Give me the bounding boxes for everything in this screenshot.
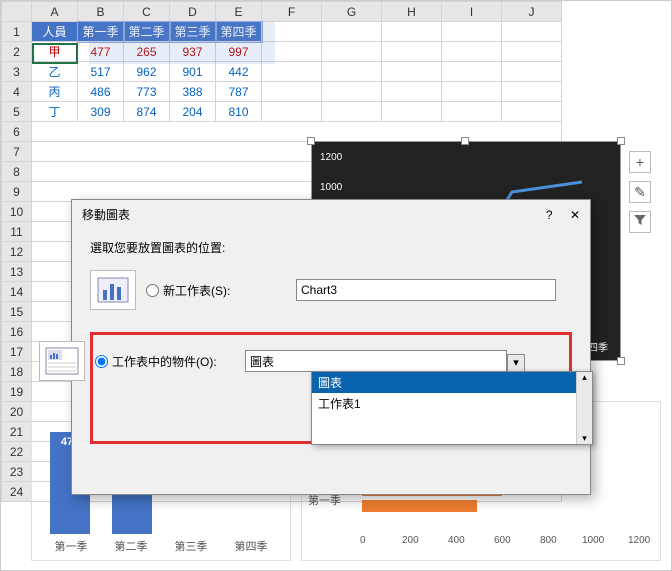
embedded-chart-icon	[45, 347, 79, 375]
dialog-prompt: 選取您要放置圖表的位置:	[90, 239, 572, 256]
cell-e2[interactable]: 997	[216, 42, 262, 62]
sheet-dropdown-list: 圖表 工作表1 ▴ ▾	[311, 371, 593, 445]
chart-sheet-icon	[96, 276, 130, 304]
hbar-1b	[362, 500, 477, 512]
bar-cat-q2: 第二季	[106, 538, 156, 554]
radio-new-sheet-input[interactable]	[146, 284, 159, 297]
move-chart-dialog: 移動圖表 ? ✕ 選取您要放置圖表的位置: 新工作表(S):	[71, 199, 591, 495]
dialog-title: 移動圖表	[82, 206, 130, 223]
table-header-q1[interactable]: 第一季	[78, 22, 124, 42]
cell-d5[interactable]: 204	[170, 102, 216, 122]
hx-0: 0	[360, 535, 366, 546]
chart-handle[interactable]	[617, 357, 625, 365]
row-header-5[interactable]: 5	[2, 102, 32, 122]
new-sheet-name-input[interactable]	[296, 279, 556, 301]
dropdown-toggle-button[interactable]: ▾	[507, 354, 525, 372]
filter-icon	[633, 213, 647, 227]
highlight-box: 工作表中的物件(O): ▾ 圖表 工作表1 ▴ ▾	[90, 332, 572, 444]
cell-c3[interactable]: 962	[124, 62, 170, 82]
radio-new-sheet[interactable]: 新工作表(S):	[146, 282, 286, 299]
line-xlabel-q4: 四季	[588, 339, 608, 354]
chart-handle[interactable]	[617, 137, 625, 145]
hx-1000: 1000	[582, 535, 604, 546]
row-header-2[interactable]: 2	[2, 42, 32, 62]
cell-a3[interactable]: 乙	[32, 62, 78, 82]
hx-200: 200	[402, 535, 419, 546]
dropdown-option-sheet1[interactable]: 工作表1	[312, 393, 592, 414]
table-header-q3[interactable]: 第三季	[170, 22, 216, 42]
col-header-h[interactable]: H	[382, 2, 442, 22]
select-all-cell[interactable]	[2, 2, 32, 22]
bar-cat-q3: 第三季	[166, 538, 216, 554]
col-header-e[interactable]: E	[216, 2, 262, 22]
object-in-sheet-icon	[39, 341, 85, 381]
dialog-close-button[interactable]: ✕	[570, 208, 580, 222]
chart-brush-button[interactable]: ✎	[629, 181, 651, 203]
row-header-3[interactable]: 3	[2, 62, 32, 82]
scroll-down-icon[interactable]: ▾	[577, 433, 592, 444]
sheet-select-display[interactable]	[245, 350, 507, 372]
new-sheet-icon	[90, 270, 136, 310]
cell-e3[interactable]: 442	[216, 62, 262, 82]
cell-e5[interactable]: 810	[216, 102, 262, 122]
chart-filter-button[interactable]	[629, 211, 651, 233]
hx-600: 600	[494, 535, 511, 546]
chart-handle[interactable]	[461, 137, 469, 145]
hx-1200: 1200	[628, 535, 650, 546]
dropdown-scrollbar[interactable]: ▴ ▾	[576, 372, 592, 444]
dropdown-option-chart[interactable]: 圖表	[312, 372, 592, 393]
cell-e4[interactable]: 787	[216, 82, 262, 102]
row-header-4[interactable]: 4	[2, 82, 32, 102]
cell-a4[interactable]: 丙	[32, 82, 78, 102]
scroll-up-icon[interactable]: ▴	[577, 372, 592, 383]
col-header-c[interactable]: C	[124, 2, 170, 22]
table-header-q4[interactable]: 第四季	[216, 22, 262, 42]
cell-b5[interactable]: 309	[78, 102, 124, 122]
cell-c5[interactable]: 874	[124, 102, 170, 122]
radio-new-sheet-label: 新工作表(S):	[163, 282, 230, 299]
radio-object-in-sheet[interactable]: 工作表中的物件(O):	[95, 353, 235, 370]
bar-cat-q4: 第四季	[226, 538, 276, 554]
cell-c2[interactable]: 265	[124, 42, 170, 62]
hx-400: 400	[448, 535, 465, 546]
cell-d4[interactable]: 388	[170, 82, 216, 102]
col-header-f[interactable]: F	[262, 2, 322, 22]
col-header-a[interactable]: A	[32, 2, 78, 22]
cell-d3[interactable]: 901	[170, 62, 216, 82]
dialog-help-button[interactable]: ?	[546, 208, 553, 222]
cell-b3[interactable]: 517	[78, 62, 124, 82]
col-header-i[interactable]: I	[442, 2, 502, 22]
col-header-g[interactable]: G	[322, 2, 382, 22]
chart-plus-button[interactable]: +	[629, 151, 651, 173]
radio-object-label: 工作表中的物件(O):	[112, 353, 217, 370]
radio-object-input[interactable]	[95, 355, 108, 368]
table-header-person[interactable]: 人員	[32, 22, 78, 42]
cell-a5[interactable]: 丁	[32, 102, 78, 122]
table-header-q2[interactable]: 第二季	[124, 22, 170, 42]
cell-b4[interactable]: 486	[78, 82, 124, 102]
col-header-d[interactable]: D	[170, 2, 216, 22]
bar-cat-q1: 第一季	[46, 538, 96, 554]
col-header-j[interactable]: J	[502, 2, 562, 22]
cell-b2[interactable]: 477	[78, 42, 124, 62]
hx-800: 800	[540, 535, 557, 546]
cell-d2[interactable]: 937	[170, 42, 216, 62]
cell-c4[interactable]: 773	[124, 82, 170, 102]
cell-a2[interactable]: 甲	[32, 42, 78, 62]
chart-handle[interactable]	[307, 137, 315, 145]
col-header-b[interactable]: B	[78, 2, 124, 22]
row-header-1[interactable]: 1	[2, 22, 32, 42]
